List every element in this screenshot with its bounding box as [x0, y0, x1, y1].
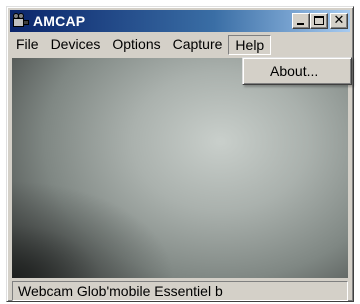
menu-bar: File Devices Options Capture Help: [10, 34, 350, 56]
help-dropdown-menu: About...: [242, 57, 352, 85]
webcam-app-icon[interactable]: [12, 13, 30, 29]
menu-options[interactable]: Options: [106, 35, 166, 55]
status-bar: Webcam Glob'mobile Essentiel b: [12, 281, 348, 301]
maximize-button[interactable]: [310, 13, 328, 29]
maximize-icon: [314, 16, 324, 25]
minimize-button[interactable]: [292, 13, 310, 29]
camera-lens-icon: [23, 20, 29, 25]
window-title: AMCAP: [33, 13, 86, 29]
menu-file[interactable]: File: [10, 35, 45, 55]
menu-devices[interactable]: Devices: [45, 35, 107, 55]
title-bar[interactable]: AMCAP ✕: [10, 10, 350, 32]
close-button[interactable]: ✕: [330, 13, 348, 29]
menu-help[interactable]: Help: [228, 35, 272, 55]
menu-item-about[interactable]: About...: [246, 61, 348, 82]
window-controls: ✕: [292, 13, 348, 29]
menu-capture[interactable]: Capture: [167, 35, 229, 55]
minimize-icon: [297, 23, 304, 25]
video-preview: [12, 58, 348, 278]
amcap-window: AMCAP ✕ File Devices Options Capture Hel…: [6, 6, 354, 302]
close-icon: ✕: [333, 13, 345, 28]
